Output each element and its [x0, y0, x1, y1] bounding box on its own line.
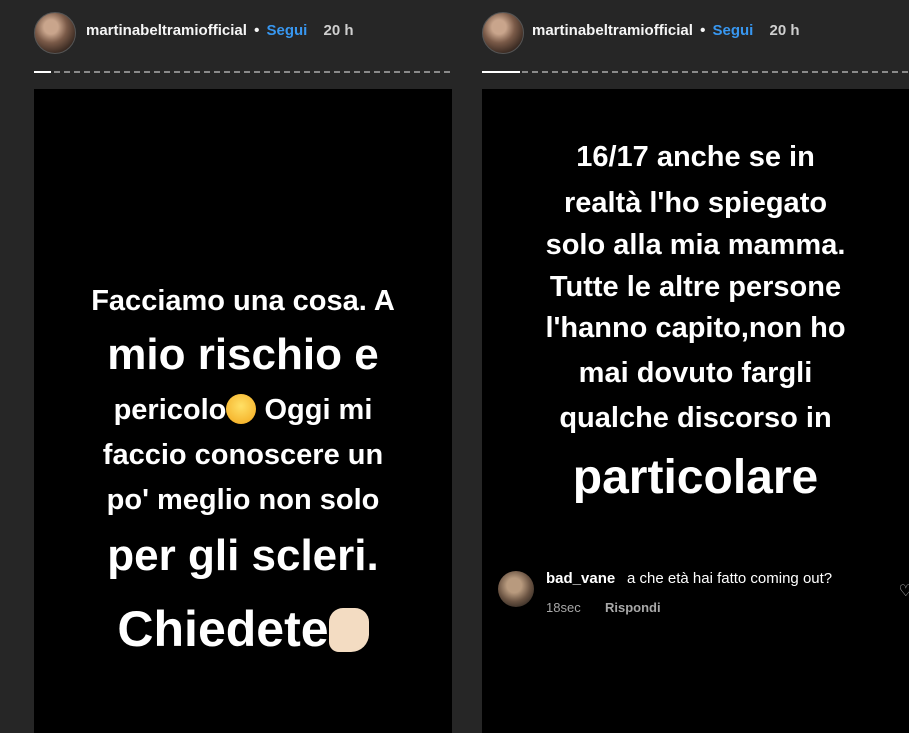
face-with-tears-of-joy-icon — [226, 394, 257, 424]
story-header: martinabeltramiofficial • Segui 20 h — [0, 12, 455, 56]
story-panel-left: martinabeltramiofficial • Segui 20 h Fac… — [0, 0, 455, 733]
story-text-line: Facciamo una cosa. A — [91, 285, 395, 317]
story-text-line-with-emoji: pericolo Oggi mi — [34, 394, 452, 427]
story-content[interactable]: Facciamo una cosa. A mio rischio e peric… — [34, 89, 452, 733]
username-link[interactable]: martinabeltramiofficial — [86, 22, 247, 39]
story-progress-fill — [34, 71, 51, 73]
reply-button[interactable]: Rispondi — [605, 600, 661, 615]
story-content[interactable]: 16/17 anche se in realtà l'ho spiegato s… — [482, 89, 909, 733]
username-link[interactable]: martinabeltramiofficial — [532, 22, 693, 39]
story-text-line: mai dovuto fargli — [578, 357, 813, 389]
story-text-line: solo alla mia mamma. — [545, 229, 846, 261]
separator-dot: • — [700, 22, 706, 39]
follow-button[interactable]: Segui — [713, 22, 754, 39]
profile-avatar[interactable] — [34, 12, 76, 54]
follow-button[interactable]: Segui — [267, 22, 308, 39]
story-header: martinabeltramiofficial • Segui 20 h — [460, 12, 909, 56]
story-progress-fill — [482, 71, 521, 73]
story-text-line: qualche discorso in — [559, 402, 832, 434]
story-text-fragment: Chiedete — [117, 601, 329, 657]
story-text-line: per gli scleri. — [107, 531, 379, 580]
story-text-line: Tutte le altre persone — [549, 271, 842, 303]
story-time: 20 h — [323, 22, 354, 39]
story-text-line-with-emoji: Chiedete — [34, 600, 452, 658]
story-username-row: martinabeltramiofficial • Segui 20 h — [86, 22, 354, 39]
story-text-line: 16/17 anche se in — [576, 141, 815, 173]
sign-of-horns-icon — [328, 608, 369, 652]
comment-text: a che età hai fatto coming out? — [627, 570, 833, 587]
story-text-fragment: pericolo — [113, 394, 227, 426]
separator-dot: • — [254, 22, 260, 39]
story-text-line: particolare — [572, 451, 819, 504]
story-text-line: l'hanno capito,non ho — [545, 312, 846, 344]
heart-icon[interactable]: ♡ — [899, 581, 909, 601]
story-panel-right: martinabeltramiofficial • Segui 20 h 16/… — [460, 0, 909, 733]
story-text-line: realtà l'ho spiegato — [563, 187, 828, 219]
story-text-line: mio rischio e — [107, 330, 379, 379]
story-progress-bar — [34, 71, 452, 73]
story-text-line: faccio conoscere un — [102, 439, 384, 471]
story-progress-bar — [482, 71, 909, 73]
comment-avatar[interactable] — [498, 571, 534, 607]
story-username-row: martinabeltramiofficial • Segui 20 h — [532, 22, 800, 39]
story-text-line: po' meglio non solo — [106, 484, 380, 516]
comment-age: 18sec — [546, 600, 581, 615]
story-time: 20 h — [769, 22, 800, 39]
story-text-fragment: Oggi mi — [264, 394, 373, 426]
profile-avatar[interactable] — [482, 12, 524, 54]
story-comment: bad_vane a che età hai fatto coming out?… — [482, 567, 909, 627]
comment-username[interactable]: bad_vane — [546, 570, 615, 587]
